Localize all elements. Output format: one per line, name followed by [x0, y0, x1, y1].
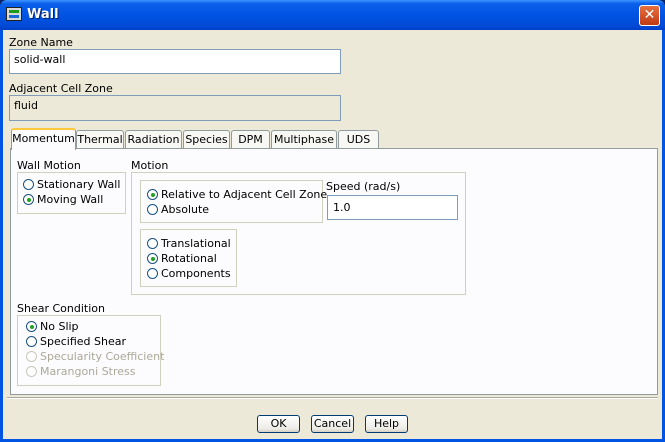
components-label: Components	[161, 267, 231, 280]
shear-condition-group: No Slip Specified Shear Specularity Coef…	[17, 315, 165, 386]
translational-label: Translational	[161, 237, 231, 250]
absolute-label: Absolute	[161, 203, 210, 216]
speed-label: Speed (rad/s)	[326, 180, 401, 193]
radio-indicator	[26, 366, 37, 377]
tab-radiation[interactable]: Radiation	[125, 130, 182, 149]
speed-input[interactable]: 1.0	[327, 195, 458, 220]
motion-reference-group: Relative to Adjacent Cell Zone Absolute	[140, 180, 327, 223]
radio-indicator	[26, 351, 37, 362]
relative-to-adjacent-label: Relative to Adjacent Cell Zone	[161, 188, 328, 201]
help-button[interactable]: Help	[365, 415, 408, 433]
adjacent-cell-zone-field: fluid	[9, 95, 341, 121]
momentum-panel: Wall Motion Stationary Wall Moving Wall …	[10, 148, 658, 395]
radio-indicator	[147, 268, 158, 279]
footer-divider	[7, 397, 658, 399]
radio-indicator	[26, 321, 37, 332]
radio-indicator	[147, 238, 158, 249]
radio-indicator	[147, 204, 158, 215]
zone-name-label: Zone Name	[9, 36, 73, 49]
radio-indicator	[23, 194, 34, 205]
title-bar[interactable]: Wall ✕	[0, 0, 665, 30]
tab-multiphase[interactable]: Multiphase	[271, 130, 337, 149]
window-title: Wall	[27, 7, 59, 22]
specularity-coefficient-label: Specularity Coefficient	[40, 350, 165, 363]
specified-shear-label: Specified Shear	[40, 335, 126, 348]
motion-type-group: Translational Rotational Components	[140, 229, 237, 287]
moving-wall-label: Moving Wall	[37, 193, 104, 206]
tab-thermal[interactable]: Thermal	[76, 130, 124, 149]
dialog-body: Zone Name solid-wall Adjacent Cell Zone …	[3, 30, 662, 439]
radio-indicator	[147, 189, 158, 200]
radio-indicator	[147, 253, 158, 264]
ok-button[interactable]: OK	[257, 415, 300, 433]
no-slip-label: No Slip	[40, 320, 79, 333]
wall-motion-group: Stationary Wall Moving Wall	[17, 172, 126, 214]
tab-species[interactable]: Species	[183, 130, 230, 149]
close-button[interactable]: ✕	[639, 5, 660, 26]
adjacent-cell-zone-label: Adjacent Cell Zone	[9, 82, 113, 95]
stationary-wall-label: Stationary Wall	[37, 178, 121, 191]
marangoni-stress-label: Marangoni Stress	[40, 365, 136, 378]
tab-dpm[interactable]: DPM	[231, 130, 270, 149]
wall-dialog: Wall ✕ Zone Name solid-wall Adjacent Cel…	[0, 0, 665, 442]
shear-condition-label: Shear Condition	[17, 302, 105, 315]
motion-label: Motion	[131, 159, 169, 172]
radio-indicator	[23, 179, 34, 190]
fluent-app-icon	[6, 7, 22, 21]
cancel-button[interactable]: Cancel	[311, 415, 354, 433]
zone-name-input[interactable]: solid-wall	[9, 49, 341, 74]
rotational-label: Rotational	[161, 252, 217, 265]
tab-momentum[interactable]: Momentum	[11, 128, 76, 150]
wall-motion-label: Wall Motion	[17, 159, 81, 172]
radio-indicator	[26, 336, 37, 347]
tab-uds[interactable]: UDS	[338, 130, 379, 149]
motion-group: Relative to Adjacent Cell Zone Absolute …	[131, 172, 466, 295]
